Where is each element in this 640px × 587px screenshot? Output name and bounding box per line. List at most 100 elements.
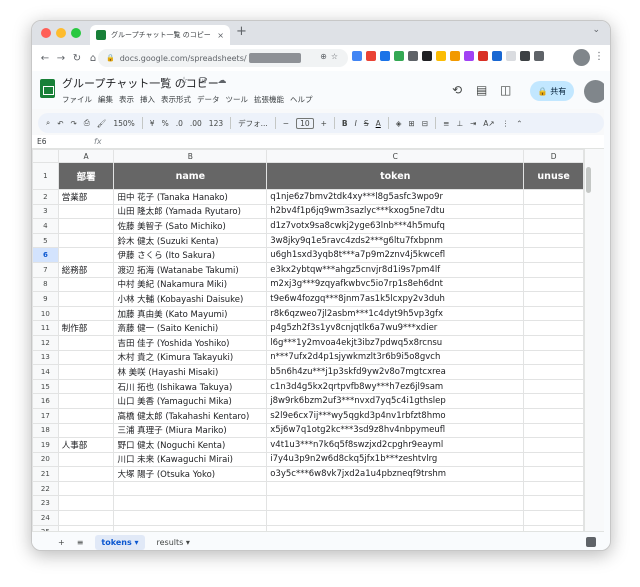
undo-icon[interactable]: ↶	[57, 119, 63, 128]
cell-department[interactable]	[57, 334, 115, 351]
text-rotation-icon[interactable]: A↗	[483, 119, 494, 128]
cell-unuse[interactable]	[523, 276, 584, 293]
cell-unuse[interactable]	[523, 466, 584, 482]
extension-icon[interactable]	[506, 51, 516, 61]
print-icon[interactable]: ⎙	[84, 118, 90, 128]
cell-unuse[interactable]	[523, 218, 584, 234]
cell-token[interactable]	[266, 480, 525, 497]
cell-unuse[interactable]	[523, 495, 584, 512]
borders-icon[interactable]: ⊞	[409, 119, 415, 128]
percent-format-button[interactable]: %	[162, 119, 169, 128]
cell-name[interactable]: 加藤 真由美 (Kato Mayumi)	[113, 305, 268, 322]
header-cell-name[interactable]: name	[113, 162, 268, 190]
extension-icon[interactable]	[450, 51, 460, 61]
row-number[interactable]: 3	[32, 203, 59, 220]
row-number[interactable]: 8	[32, 276, 59, 293]
cell-unuse[interactable]	[523, 393, 584, 409]
reload-icon[interactable]: ↻	[70, 53, 84, 64]
cell-unuse[interactable]	[523, 480, 584, 497]
font-size-increase-icon[interactable]: +	[321, 119, 327, 128]
cell-department[interactable]	[57, 510, 115, 526]
text-color-icon[interactable]: A	[376, 119, 381, 128]
cell-department[interactable]	[57, 407, 115, 424]
row-number[interactable]: 7	[32, 261, 59, 278]
cell-department[interactable]	[57, 495, 115, 512]
tab-search-chevron-icon[interactable]: ⌄	[592, 25, 600, 35]
cell-department[interactable]	[57, 305, 115, 322]
cell-department[interactable]: 人事部	[57, 437, 115, 453]
number-format-button[interactable]: 123	[209, 119, 223, 128]
cell-department[interactable]	[57, 364, 115, 380]
menu-extensions[interactable]: 拡張機能	[254, 94, 284, 105]
cell-unuse[interactable]	[523, 510, 584, 526]
row-number[interactable]: 5	[32, 232, 59, 249]
row-number[interactable]: 21	[32, 466, 59, 482]
cell-name[interactable]: 中村 美紀 (Nakamura Miki)	[113, 276, 268, 293]
italic-button[interactable]: I	[355, 119, 357, 128]
row-number[interactable]: 23	[32, 495, 59, 512]
row-number[interactable]: 16	[32, 393, 59, 409]
forward-arrow-icon[interactable]: →	[54, 53, 68, 64]
font-size-input[interactable]: 10	[296, 117, 314, 129]
paint-format-icon[interactable]: 🖌	[97, 119, 107, 128]
menu-edit[interactable]: 編集	[98, 94, 113, 105]
cell-token[interactable]: m2xj3g***9zqyafkwbvc5io7rp1s8eh6dnt	[266, 276, 525, 293]
cell-unuse[interactable]	[523, 407, 584, 424]
cell-department[interactable]	[57, 276, 115, 293]
browser-profile-avatar[interactable]	[573, 49, 590, 66]
cell-unuse[interactable]	[523, 364, 584, 380]
sheet-tab-results[interactable]: results ▾	[157, 538, 190, 547]
cell-unuse[interactable]	[523, 247, 584, 263]
browser-menu-icon[interactable]: ⋮	[594, 51, 604, 62]
cell-department[interactable]	[57, 247, 115, 263]
extension-icon[interactable]	[352, 51, 362, 61]
sheets-logo-icon[interactable]	[40, 79, 55, 98]
strikethrough-icon[interactable]: S	[364, 119, 369, 128]
row-number[interactable]: 15	[32, 378, 59, 395]
header-cell-department[interactable]: 部署	[57, 162, 115, 190]
cell-name[interactable]: 鈴木 健太 (Suzuki Kenta)	[113, 232, 268, 249]
tab-close-icon[interactable]: ×	[217, 31, 224, 40]
column-header-d[interactable]: D	[523, 149, 584, 163]
cell-token[interactable]: i7y4u3p9n2w6d8ckq5jfx1b***zeshtvlrg	[266, 451, 525, 468]
row-number[interactable]: 24	[32, 510, 59, 526]
cell-name[interactable]	[113, 480, 268, 497]
row-number[interactable]: 12	[32, 334, 59, 351]
spreadsheet-grid[interactable]: A B C D 1 部署 name token unuse 2 営業部 田中 花子 …	[32, 149, 584, 543]
extension-icon[interactable]	[464, 51, 474, 61]
row-number[interactable]: 17	[32, 407, 59, 424]
cell-name[interactable]: 斎藤 健一 (Saito Kenichi)	[113, 320, 268, 336]
close-window-button[interactable]	[41, 28, 51, 38]
redo-icon[interactable]: ↷	[71, 119, 77, 128]
cell-unuse[interactable]	[523, 437, 584, 453]
menu-help[interactable]: ヘルプ	[290, 94, 313, 105]
row-number[interactable]: 13	[32, 349, 59, 366]
address-bar[interactable]: 🔒 docs.google.com/spreadsheets/ ⊕☆	[98, 49, 348, 67]
row-number[interactable]: 14	[32, 364, 59, 380]
sidepanel-icon[interactable]	[534, 51, 544, 61]
menu-view[interactable]: 表示	[119, 94, 134, 105]
cell-token[interactable]: n***7ufx2d4p1sjywkmzlt3r6b9i5o8gvch	[266, 349, 525, 366]
horizontal-align-icon[interactable]: ≡	[443, 119, 449, 128]
cell-token[interactable]: q1nje6z7bmv2tdk4xy***l8g5asfc3wpo9r	[266, 189, 525, 205]
cell-token[interactable]: u6gh1sxd3yqb8t***a7p9m2znv4j5kwcefl	[266, 247, 525, 263]
sheet-tab-tokens[interactable]: tokens ▾	[95, 534, 145, 550]
cell-name[interactable]: 山口 美香 (Yamaguchi Mika)	[113, 393, 268, 409]
cell-token[interactable]: t9e6w4fozgq***8jnm7as1k5lcxpy2v3duh	[266, 291, 525, 307]
more-options-icon[interactable]: ⋮	[502, 119, 510, 128]
history-icon[interactable]: ⟲	[452, 83, 462, 97]
decrease-decimal-button[interactable]: .0	[176, 119, 183, 128]
header-cell-token[interactable]: token	[266, 162, 525, 190]
maximize-window-button[interactable]	[71, 28, 81, 38]
cell-token[interactable]: v4t1u3***n7k6q5f8swzjxd2cpghr9eayml	[266, 437, 525, 453]
cell-unuse[interactable]	[523, 334, 584, 351]
cell-unuse[interactable]	[523, 305, 584, 322]
cell-unuse[interactable]	[523, 232, 584, 249]
cell-unuse[interactable]	[523, 189, 584, 205]
cell-department[interactable]	[57, 393, 115, 409]
browser-tab[interactable]: グループチャット一覧 のコピー - Goo ×	[90, 25, 230, 45]
cell-department[interactable]	[57, 480, 115, 497]
cell-token[interactable]: x5j6w7q1otg2kc***3sd9z8hv4nbpymeufl	[266, 422, 525, 439]
cell-name[interactable]: 小林 大輔 (Kobayashi Daisuke)	[113, 291, 268, 307]
cell-token[interactable]: h2bv4f1p6jq9wm3sazlyc***kxog5ne7dtu	[266, 203, 525, 220]
